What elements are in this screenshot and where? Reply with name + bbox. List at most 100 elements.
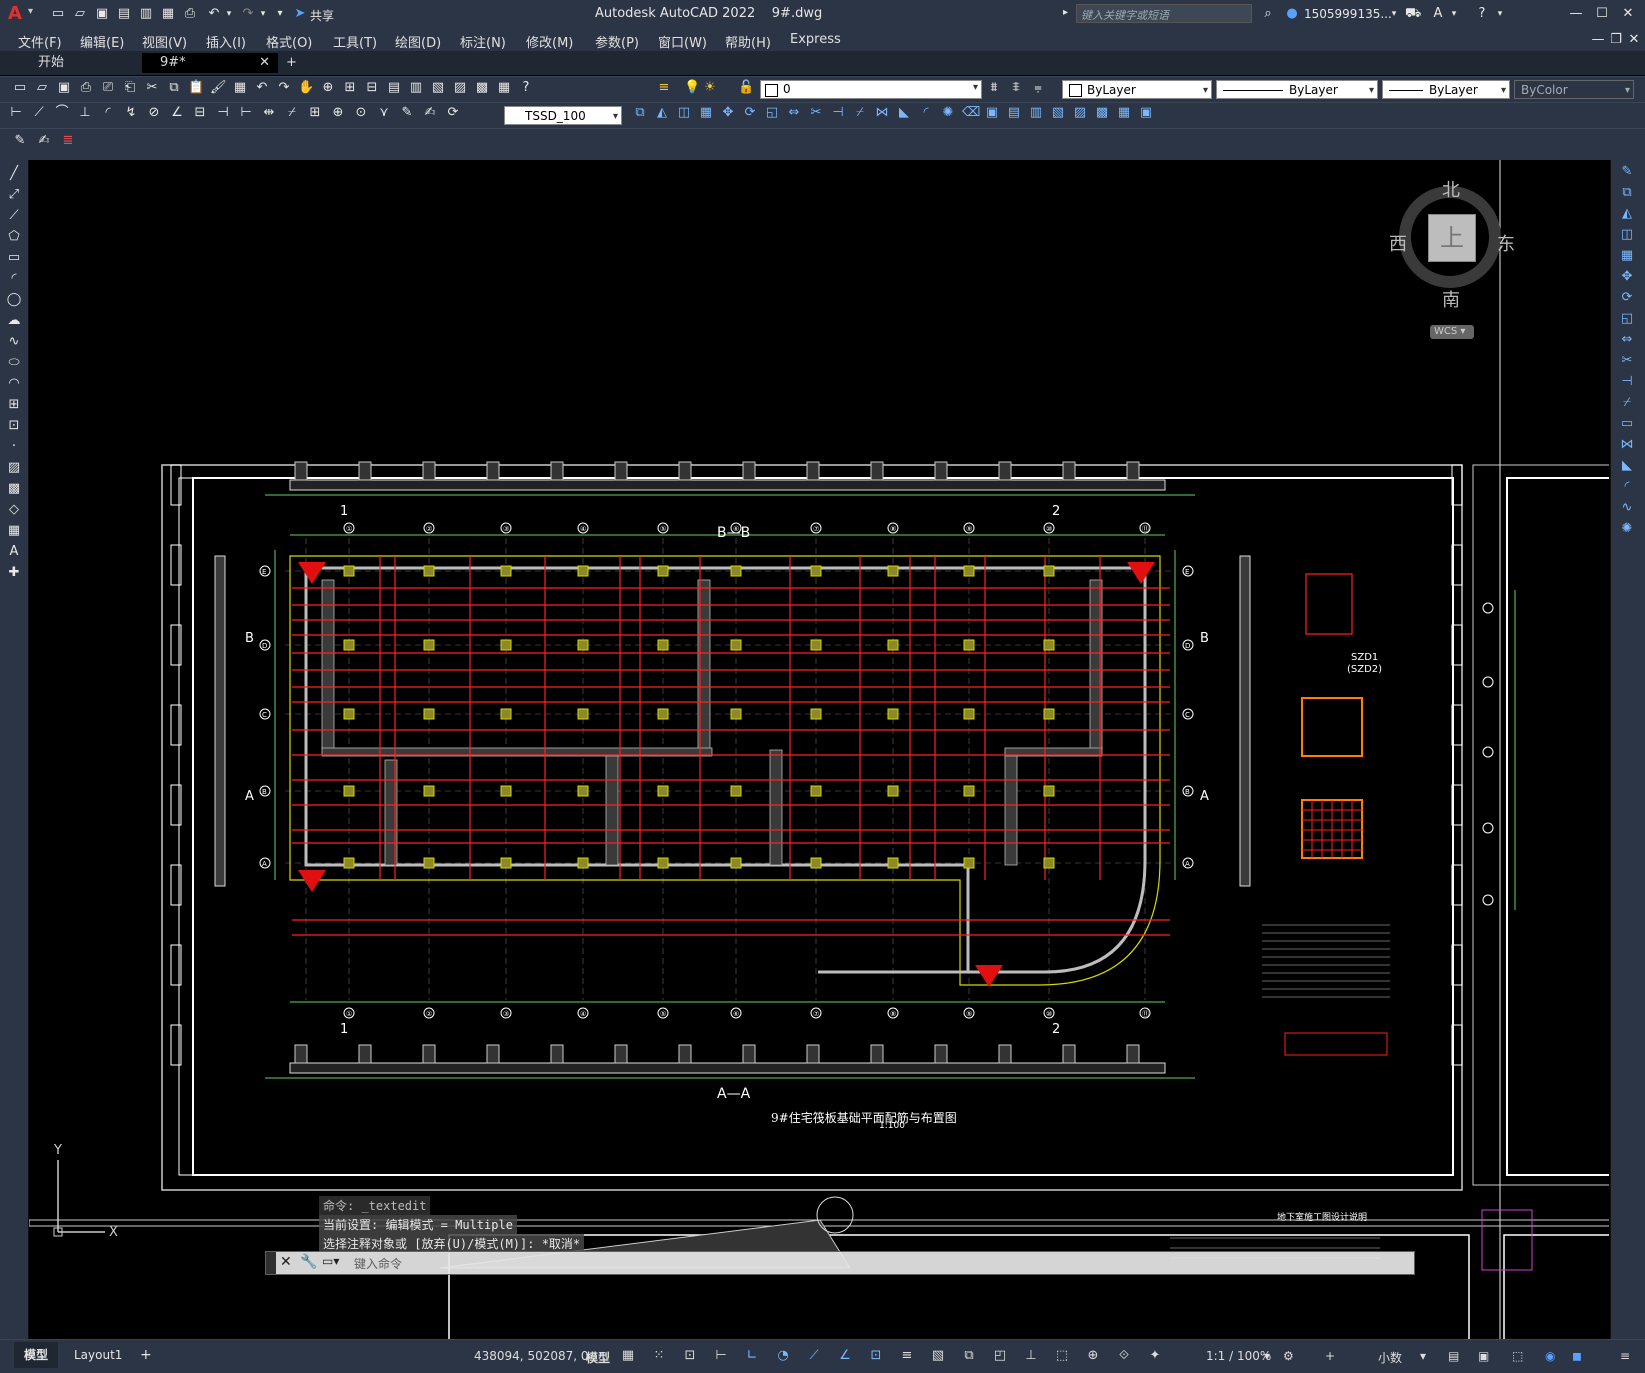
grid-label[interactable]: ① [346,525,352,533]
column-cap[interactable] [1043,785,1055,797]
array-icon[interactable]: ▦ [698,105,714,121]
tool-palettes-icon[interactable]: ▧ [430,80,446,96]
properties-icon[interactable]: ▤ [386,80,402,96]
break-icon[interactable]: ⌿ [852,105,868,121]
move-icon[interactable]: ✥ [720,105,736,121]
detail-szd1[interactable] [1305,573,1353,635]
dimstyle-dropdown[interactable]: TSSD_100 ▾ [504,106,622,125]
ole-icon[interactable]: ▩ [1094,105,1110,121]
wall-outline[interactable] [304,566,1147,974]
dim-jogged-icon[interactable]: ↯ [123,105,139,121]
mirror-obj-icon[interactable]: ◭ [1619,206,1635,222]
customize-menu-icon[interactable]: ≡ [1620,1349,1630,1363]
match-properties-icon[interactable]: 🖌 [210,80,227,96]
copy-icon[interactable]: ⧉ [166,80,182,96]
ellipse-icon[interactable]: ⬭ [6,355,22,371]
layer-match-icon[interactable]: ⩦ [1030,80,1046,96]
column-cap[interactable] [810,708,822,720]
break-at-point-icon[interactable]: ⌿ [1619,395,1635,411]
trim-icon[interactable]: ✂ [808,105,824,121]
help-chevron-icon[interactable]: ▾ [1492,6,1508,22]
transparency-icon[interactable]: ▧ [930,1348,946,1364]
dim-edit-icon[interactable]: ✎ [399,105,415,121]
doc-minimize-icon[interactable]: — [1590,32,1606,48]
side-section-wall[interactable] [1239,555,1251,887]
column-cap[interactable] [963,708,975,720]
grid-label[interactable]: E [1185,568,1189,576]
grid-label[interactable]: ⑦ [813,1010,819,1018]
corner-rebar[interactable] [1127,562,1155,584]
maximize-icon[interactable]: ☐ [1594,6,1610,22]
section-wall[interactable] [289,479,1166,491]
grid-label[interactable]: ⑪ [1142,1010,1149,1018]
plot-icon[interactable]: ⎙ [78,80,94,96]
layer-lock-icon[interactable]: 🔓 [738,80,754,96]
a360-icon[interactable]: A [1430,6,1446,22]
grid-bubble[interactable] [1482,822,1494,834]
fillet-icon[interactable]: ◜ [918,105,934,121]
close-icon[interactable]: ✕ [1620,6,1636,22]
make-current-layer-icon[interactable]: ⩩ [986,80,1002,96]
column-cap[interactable] [343,785,355,797]
qopen-icon[interactable]: ▱ [34,80,50,96]
mirror-icon[interactable]: ◭ [654,105,670,121]
osnap-tracking-icon[interactable]: ∠ [837,1348,853,1364]
column-cap[interactable] [810,785,822,797]
dim-diameter-icon[interactable]: ⊘ [146,105,162,121]
help-icon[interactable]: ? [1474,6,1490,22]
column-cap[interactable] [730,857,742,869]
stretch-obj-icon[interactable]: ⇔ [1619,332,1635,348]
join-obj-icon[interactable]: ⋈ [1619,437,1635,453]
scale-icon[interactable]: ◱ [764,105,780,121]
tab-start[interactable]: 开始 [8,53,148,73]
command-recent-icon[interactable]: ▭▾ [322,1254,339,1268]
extend-icon[interactable]: ⊣ [830,105,846,121]
column-cap[interactable] [730,785,742,797]
dim-angular-icon[interactable]: ∠ [169,105,185,121]
user-account[interactable]: 1505999135... [1304,7,1392,21]
column-cap[interactable] [657,785,669,797]
dim-space-icon[interactable]: ⇹ [261,105,277,121]
grid-label[interactable]: ⑧ [890,1010,896,1018]
section-cut-label[interactable]: 2 [1052,504,1060,519]
auto-scale-icon[interactable]: ✦ [1147,1348,1163,1364]
grid-label[interactable]: ⑤ [660,525,666,533]
menu-help[interactable]: 帮助(H) [725,32,771,51]
column-cap[interactable] [423,785,435,797]
grid-label[interactable]: ⑨ [966,1010,972,1018]
a360-chevron-icon[interactable]: ▾ [1446,6,1462,22]
hardware-accel-icon[interactable]: ◉ [1545,1349,1555,1363]
section-wall[interactable] [289,1062,1166,1074]
trim-obj-icon[interactable]: ✂ [1619,353,1635,369]
copy-icon[interactable]: ⧉ [632,105,648,121]
dim-arc-icon[interactable]: ⌒ [54,105,70,121]
section-column[interactable] [294,1044,308,1064]
tab-model[interactable]: 模型 [14,1342,59,1368]
section-column[interactable] [1062,1044,1076,1064]
grid-label[interactable]: ⑩ [1046,1010,1052,1018]
section-cut-label[interactable]: A [245,789,254,804]
redo-icon[interactable]: ↷ [240,6,256,22]
menu-window[interactable]: 窗口(W) [658,32,707,51]
redo-chevron-icon[interactable]: ▾ [255,6,271,22]
clip-icon[interactable]: ▨ [1072,105,1088,121]
dim-update-icon[interactable]: ⟳ [445,105,461,121]
detail-section-1[interactable] [1301,697,1363,757]
line-icon[interactable]: ╱ [6,166,22,182]
table-icon[interactable]: ▦ [6,523,22,539]
section-column[interactable] [294,461,308,481]
section-column[interactable] [806,461,820,481]
section-column[interactable] [742,1044,756,1064]
menu-format[interactable]: 格式(O) [266,32,312,51]
plot-icon[interactable]: ⎙ [182,6,198,22]
markup-icon[interactable]: ▩ [474,80,490,96]
column-cap[interactable] [500,708,512,720]
corner-rebar[interactable] [975,965,1003,987]
grid-bubble[interactable] [1482,602,1494,614]
grid-label[interactable]: A [1185,860,1190,868]
compass-north[interactable]: 北 [1442,176,1460,202]
menu-dimension[interactable]: 标注(N) [460,32,506,51]
section-cut-label[interactable]: 1 [340,1022,348,1037]
menu-file[interactable]: 文件(F) [18,32,62,51]
add-selected-icon[interactable]: ✚ [6,565,22,581]
